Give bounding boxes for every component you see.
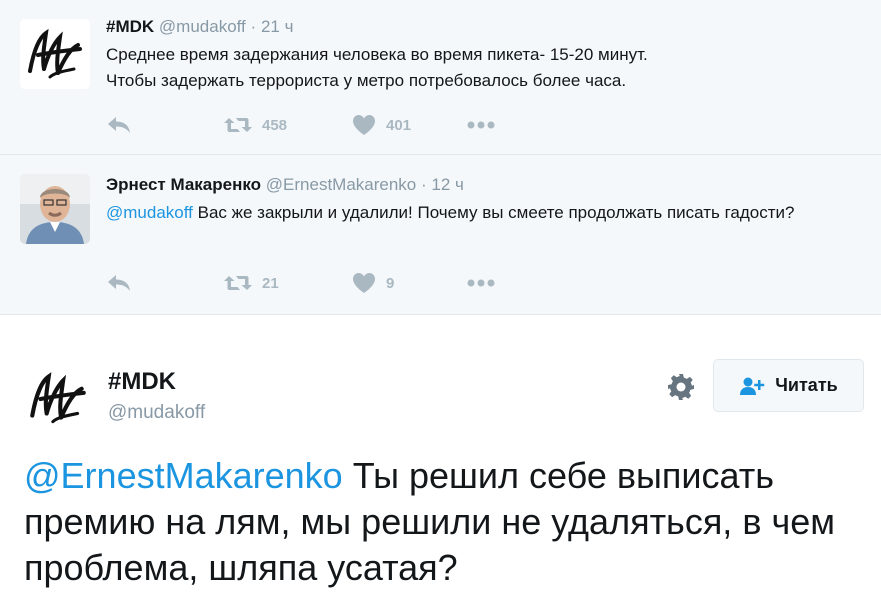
retweet-count: 458 bbox=[262, 116, 288, 134]
retweet-icon bbox=[224, 276, 252, 290]
username[interactable]: @mudakoff bbox=[108, 402, 205, 424]
tweet[interactable]: #MDK @mudakoff · 21 ч Среднее время заде… bbox=[0, 0, 881, 155]
tweet[interactable]: Эрнест Макаренко @ErnestMakarenko · 12 ч… bbox=[0, 156, 881, 313]
tweet-text: @mudakoff Вас же закрыли и удалили! Поче… bbox=[106, 200, 881, 226]
fullname[interactable]: #MDK bbox=[106, 17, 154, 36]
reply-icon bbox=[108, 117, 130, 133]
tweet-header: #MDK @mudakoff · 21 ч bbox=[106, 17, 293, 37]
add-user-icon bbox=[739, 376, 765, 396]
timestamp[interactable]: 21 ч bbox=[261, 17, 294, 36]
avatar[interactable] bbox=[22, 362, 94, 434]
separator-dot: · bbox=[421, 175, 427, 194]
fullname[interactable]: Эрнест Макаренко bbox=[106, 175, 261, 194]
follow-button[interactable]: Читать bbox=[713, 359, 864, 412]
timestamp[interactable]: 12 ч bbox=[431, 175, 464, 194]
more-dots-icon bbox=[467, 121, 495, 129]
username[interactable]: @ErnestMakarenko bbox=[266, 175, 417, 194]
retweet-count: 21 bbox=[262, 274, 279, 292]
mention-link[interactable]: @mudakoff bbox=[106, 203, 193, 222]
more-button[interactable] bbox=[466, 120, 496, 130]
main-tweet-text: @ErnestMakarenko Ты решил себе выписать … bbox=[24, 453, 874, 591]
tweet-text-line: Среднее время задержания человека во вре… bbox=[106, 45, 648, 64]
like-button[interactable]: 9 bbox=[352, 272, 394, 294]
reply-icon bbox=[108, 275, 130, 291]
heart-icon bbox=[353, 273, 375, 293]
like-button[interactable]: 401 bbox=[352, 114, 411, 136]
separator-dot: · bbox=[250, 17, 257, 36]
heart-icon bbox=[353, 115, 375, 135]
avatar[interactable] bbox=[20, 19, 90, 89]
like-count: 9 bbox=[386, 274, 395, 292]
tweet-header: Эрнест Макаренко @ErnestMakarenko · 12 ч bbox=[106, 175, 464, 195]
fullname[interactable]: #MDK bbox=[108, 368, 176, 396]
mdk-logo-icon bbox=[22, 362, 94, 434]
like-count: 401 bbox=[386, 116, 412, 134]
reply-button[interactable] bbox=[106, 115, 132, 135]
mention-link[interactable]: @ErnestMakarenko bbox=[24, 455, 343, 496]
follow-label: Читать bbox=[775, 375, 838, 395]
mdk-logo-icon bbox=[20, 19, 90, 89]
username[interactable]: @mudakoff bbox=[159, 17, 246, 36]
retweet-button[interactable]: 458 bbox=[224, 115, 287, 135]
retweet-button[interactable]: 21 bbox=[224, 273, 279, 293]
conversation-thread: #MDK @mudakoff · 21 ч Среднее время заде… bbox=[0, 0, 881, 314]
tweet-text-body: Вас же закрыли и удалили! Почему вы смее… bbox=[192, 203, 795, 222]
retweet-icon bbox=[224, 118, 252, 132]
reply-button[interactable] bbox=[106, 273, 132, 293]
settings-button[interactable] bbox=[666, 372, 696, 402]
person-photo-icon bbox=[20, 174, 90, 244]
more-dots-icon bbox=[467, 279, 495, 287]
tweet-text: Среднее время задержания человека во вре… bbox=[106, 42, 876, 94]
gear-icon bbox=[668, 374, 694, 400]
avatar[interactable] bbox=[20, 174, 90, 244]
more-button[interactable] bbox=[466, 278, 496, 288]
tweet-text-line: Чтобы задержать террориста у метро потре… bbox=[106, 71, 627, 90]
